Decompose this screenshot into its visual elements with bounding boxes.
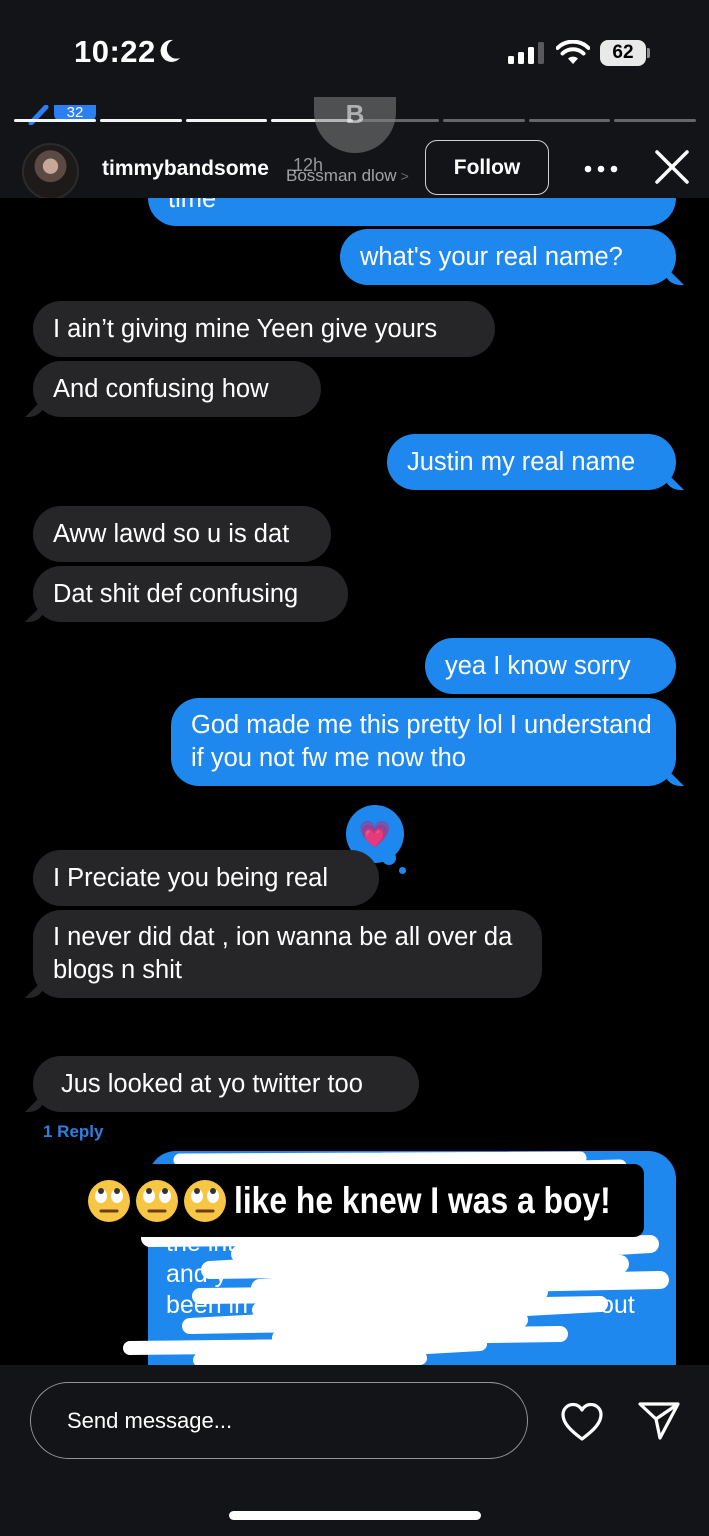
- message-text: I never did dat , ion wanna be all over …: [53, 923, 513, 984]
- story-footer: [0, 1365, 709, 1536]
- send-icon[interactable]: [637, 1400, 681, 1442]
- redacted-text: the internet ng me and y o been in out: [166, 1228, 666, 1321]
- status-time: 10:22: [74, 34, 156, 69]
- message-text: I ain’t giving mine Yeen give yours: [53, 314, 438, 343]
- message-text: And confusing how: [53, 374, 269, 403]
- message-bubble-outgoing: what's your real name?: [340, 229, 676, 285]
- story-caption: like he knew I was a boy!: [82, 1164, 644, 1237]
- message-bubble-incoming: Aww lawd so u is dat: [33, 506, 331, 562]
- avatar[interactable]: [22, 143, 79, 200]
- message-bubble-incoming: Jus looked at yo twitter too: [33, 1056, 419, 1112]
- follow-button[interactable]: Follow: [425, 140, 549, 195]
- redacted-fragment: been in: [166, 1291, 249, 1319]
- message-bubble-incoming: I ain’t giving mine Yeen give yours: [33, 301, 495, 357]
- battery-level: 62: [600, 40, 646, 66]
- message-bubble-incoming: And confusing how: [33, 361, 321, 417]
- close-icon[interactable]: [654, 149, 690, 185]
- chevron-right-icon: >: [400, 168, 409, 184]
- redacted-fragment: o: [572, 1260, 586, 1288]
- message-text: Justin my real name: [407, 447, 636, 476]
- ghost-avatar: B: [314, 97, 396, 153]
- redacted-fragment: and y: [166, 1260, 228, 1288]
- message-text: God made me this pretty lol I understand…: [191, 711, 652, 772]
- message-bubble-incoming: I Preciate you being real: [33, 850, 379, 906]
- username[interactable]: timmybandsome: [102, 157, 269, 181]
- more-icon[interactable]: [584, 165, 618, 173]
- caption-text: like he knew I was a boy!: [234, 1179, 611, 1221]
- battery-icon: 62: [600, 40, 650, 66]
- status-bar: 10:22 62: [0, 0, 709, 105]
- reply-count[interactable]: 1 Reply: [43, 1122, 103, 1142]
- message-text: Jus looked at yo twitter too: [61, 1069, 363, 1098]
- message-bubble-incoming: I never did dat , ion wanna be all over …: [33, 910, 542, 998]
- message-bubble-outgoing: yea I know sorry: [425, 638, 676, 694]
- progress-segment: [185, 119, 268, 122]
- progress-segment: [14, 119, 96, 122]
- moon-icon: [160, 39, 180, 62]
- eye-roll-emoji-icon: [86, 1178, 228, 1224]
- subtext-label: Bossman dlow: [286, 166, 397, 185]
- message-bubble-outgoing: time: [148, 198, 676, 226]
- progress-segment: [614, 119, 696, 122]
- signal-icon: [508, 42, 544, 64]
- story-header: 32 B timmybandsome 12h Bossman dlow > Fol…: [0, 97, 709, 200]
- message-text: Dat shit def confusing: [53, 579, 299, 608]
- message-bubble-incoming: Dat shit def confusing: [33, 566, 348, 622]
- progress-segment: [442, 119, 525, 122]
- message-text: time: [168, 198, 217, 213]
- wifi-icon: [556, 40, 590, 64]
- message-text: yea I know sorry: [445, 651, 631, 680]
- heart-reaction-icon: 💗: [358, 818, 392, 849]
- chat-screenshot: time what's your real name? I ain’t givi…: [0, 198, 709, 1365]
- message-bubble-outgoing: Justin my real name: [387, 434, 676, 490]
- story-subtext[interactable]: Bossman dlow >: [286, 166, 409, 186]
- message-text: I Preciate you being real: [53, 863, 328, 892]
- heart-icon[interactable]: [560, 1402, 604, 1442]
- message-bubble-outgoing: God made me this pretty lol I understand…: [171, 698, 676, 786]
- progress-segment: [99, 119, 182, 122]
- progress-segment: [528, 119, 611, 122]
- message-text: what's your real name?: [360, 242, 623, 271]
- message-text: Aww lawd so u is dat: [53, 519, 290, 548]
- redacted-fragment: out: [600, 1291, 635, 1319]
- home-indicator: [229, 1511, 481, 1520]
- send-message-input[interactable]: [30, 1382, 528, 1459]
